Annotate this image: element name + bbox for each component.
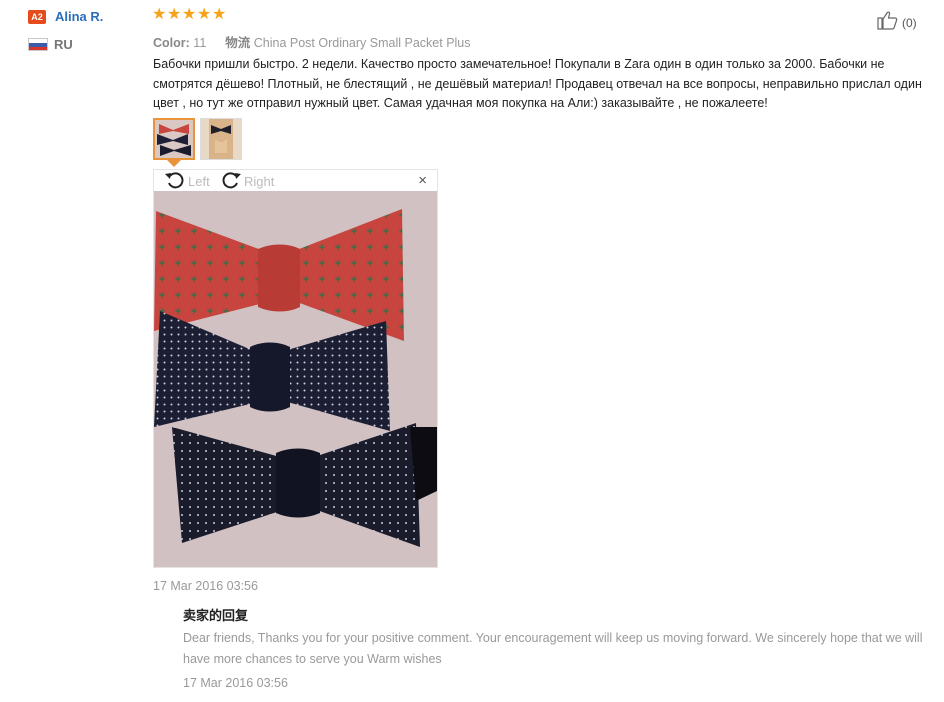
review-date: 17 Mar 2016 03:56 bbox=[153, 579, 258, 593]
star-icon: ★ bbox=[212, 6, 227, 23]
level-badge: A2 bbox=[28, 10, 46, 24]
reviewer-country: RU bbox=[54, 37, 73, 52]
active-thumbnail-pointer bbox=[167, 160, 181, 167]
star-icon: ★ bbox=[197, 6, 212, 23]
helpful-count: (0) bbox=[902, 15, 917, 30]
review-text: Бабочки пришли быстро. 2 недели. Качеств… bbox=[153, 57, 922, 110]
thumbs-up-icon bbox=[876, 10, 898, 35]
seller-reply-title: 卖家的回复 bbox=[183, 609, 249, 624]
photo-thumbnail[interactable] bbox=[153, 118, 195, 160]
logistics-label: 物流 bbox=[225, 36, 251, 50]
star-icon: ★ bbox=[152, 6, 167, 23]
color-label: Color: bbox=[153, 36, 190, 50]
seller-reply-text: Dear friends, Thanks you for your positi… bbox=[183, 631, 923, 666]
logistics-value: China Post Ordinary Small Packet Plus bbox=[253, 36, 471, 50]
rotate-right-button[interactable]: Right bbox=[220, 170, 274, 193]
color-value: 11 bbox=[193, 36, 207, 50]
viewer-toolbar: Left Right × bbox=[154, 170, 437, 191]
star-icon: ★ bbox=[167, 6, 182, 23]
order-meta: Color: 11 物流 China Post Ordinary Small P… bbox=[153, 32, 471, 51]
flag-icon bbox=[28, 38, 48, 51]
reviewer-name[interactable]: Alina R. bbox=[55, 9, 103, 24]
rating-stars: ★ ★ ★ ★ ★ bbox=[152, 6, 227, 23]
review-photo bbox=[154, 191, 437, 567]
rotate-left-icon bbox=[164, 170, 186, 193]
rotate-right-icon bbox=[220, 170, 242, 193]
seller-reply-date: 17 Mar 2016 03:56 bbox=[183, 676, 288, 690]
photo-viewer: Left Right × bbox=[153, 169, 438, 568]
rotate-left-button[interactable]: Left bbox=[164, 170, 210, 193]
close-icon[interactable]: × bbox=[418, 173, 427, 188]
rotate-left-label: Left bbox=[188, 174, 210, 189]
rotate-right-label: Right bbox=[244, 174, 275, 189]
helpful-button[interactable]: (0) bbox=[876, 10, 917, 35]
star-icon: ★ bbox=[182, 6, 197, 23]
photo-thumbnail[interactable] bbox=[200, 118, 242, 160]
